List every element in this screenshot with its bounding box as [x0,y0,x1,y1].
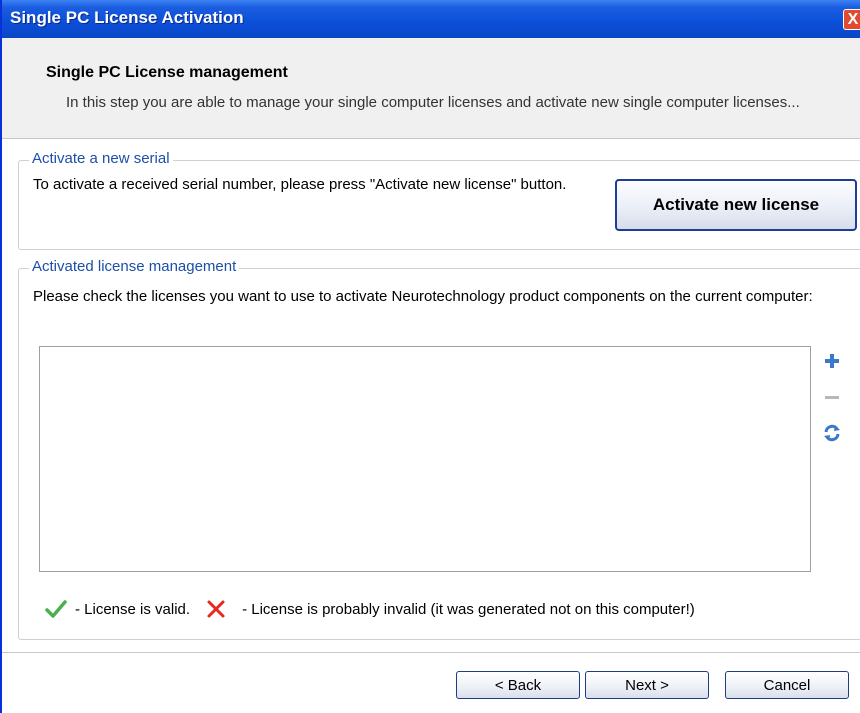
license-management-legend: Activated license management [29,258,240,275]
add-license-button[interactable] [821,350,843,372]
activate-serial-group: Activate a new serial To activate a rece… [18,150,860,250]
page-description: In this step you are able to manage your… [66,94,800,111]
minus-icon [825,396,839,399]
remove-license-button[interactable] [821,386,843,408]
wizard-header: Single PC License management In this ste… [2,38,860,139]
license-status-legend: - License is valid. - License is probabl… [45,595,695,623]
invalid-license-text: - License is probably invalid (it was ge… [242,600,695,618]
license-activation-window: Single PC License Activation X Single PC… [0,0,860,713]
license-management-group: Activated license management Please chec… [18,258,860,640]
cross-icon [207,600,225,618]
activate-instruction: To activate a received serial number, pl… [33,176,567,193]
license-instruction: Please check the licenses you want to us… [33,288,813,305]
license-list[interactable] [39,346,811,572]
footer-divider [2,652,860,653]
next-button[interactable]: Next > [585,671,709,699]
cancel-button[interactable]: Cancel [725,671,849,699]
valid-license-text: - License is valid. [75,600,191,618]
checkmark-icon [45,600,67,618]
license-list-toolbar [815,346,851,572]
plus-icon [825,354,839,368]
activate-serial-legend: Activate a new serial [29,150,173,167]
close-button[interactable]: X [843,9,860,30]
activate-new-license-button[interactable]: Activate new license [615,179,857,231]
title-bar[interactable]: Single PC License Activation X [2,0,860,38]
refresh-licenses-button[interactable] [821,422,843,444]
back-button[interactable]: < Back [456,671,580,699]
page-title: Single PC License management [46,64,288,81]
window-title: Single PC License Activation [10,8,244,27]
refresh-icon [824,424,840,442]
